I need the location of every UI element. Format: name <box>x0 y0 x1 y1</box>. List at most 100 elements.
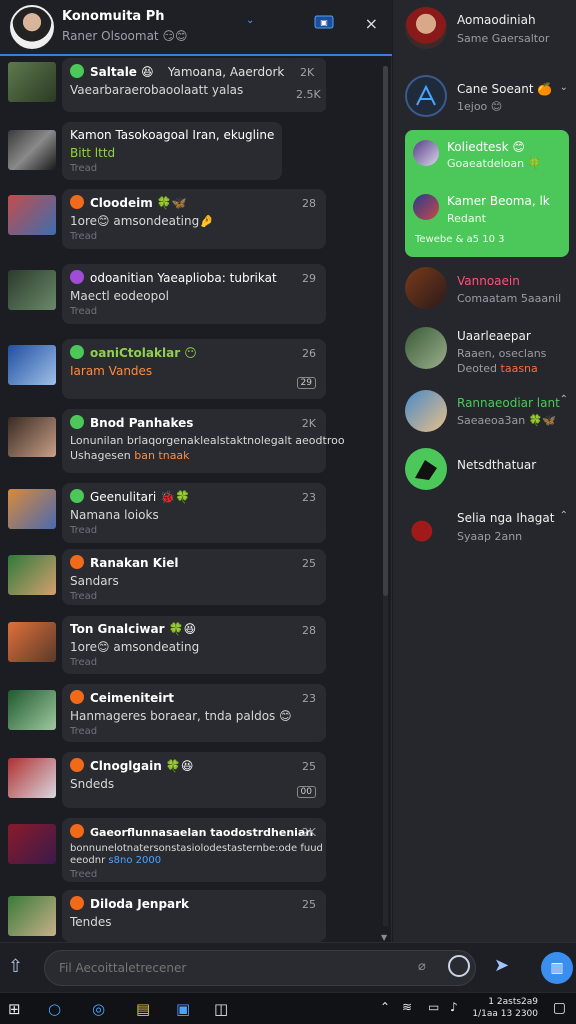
sidebar: Aomaodiniah Same Gaersaltor Cane Soeant … <box>393 0 576 942</box>
folder-icon[interactable]: ▤ <box>136 1000 150 1018</box>
avatar <box>8 690 56 730</box>
status-badge <box>70 758 84 772</box>
message-text: Iaram Vandes <box>70 364 153 378</box>
thread-label: Tread <box>70 306 98 317</box>
avatar <box>8 62 56 102</box>
message-text: Tendes <box>70 915 112 929</box>
chevron-up-icon[interactable]: ⌃ <box>560 394 568 405</box>
sidebar-item-sub: Comaatam 5aaanil <box>457 292 562 305</box>
clock-time: 1 2asts2a9 <box>488 997 538 1007</box>
sender-extra: Yamoana, Aaerdork <box>167 65 285 79</box>
sidebar-item-name: Uaarleaepar <box>457 329 531 343</box>
message-bubble: Clnoglgain 🍀😆 Sndeds 25 00 <box>62 752 326 808</box>
sidebar-item-contact[interactable]: Vannoaein Comaatam 5aaanil <box>393 264 576 324</box>
close-button[interactable]: × <box>365 14 378 33</box>
status-badge <box>70 690 84 704</box>
message-bubble: Saltale 😆 Yamoana, Aaerdork Vaearbaraero… <box>62 58 324 112</box>
video-call-icon[interactable]: ▣ <box>314 15 334 33</box>
card-item-sub: Redant <box>447 212 486 225</box>
sidebar-item-name: Selia nga Ihagat <box>457 511 555 525</box>
upload-icon[interactable]: ⇧ <box>8 956 23 977</box>
sidebar-item-name: Aomaodiniah <box>457 13 536 27</box>
status-badge <box>70 270 84 284</box>
sidebar-item-sub: Same Gaersaltor <box>457 32 550 45</box>
volume-icon[interactable]: ♪ <box>450 1000 458 1014</box>
app-icon[interactable]: ▣ <box>176 1000 190 1018</box>
avatar[interactable] <box>10 5 54 49</box>
message-text: Lonunilan brlaqorgenaklealstaktnolegalt … <box>70 434 345 447</box>
message-list[interactable]: Saltale 😆 Yamoana, Aaerdork Vaearbaraero… <box>0 58 380 942</box>
chat-app-icon[interactable]: ◫ <box>214 1000 228 1018</box>
status-badge <box>70 489 84 503</box>
search-icon[interactable]: ○ <box>48 1000 61 1018</box>
taskbar: ⊞ ○ ◎ ▤ ▣ ◫ ⌃ ≋ ▭ ♪ 1 2asts2a9 1/1aa 13 … <box>0 992 576 1024</box>
sender-name: Saltale 😆 <box>90 65 154 79</box>
avatar <box>405 267 447 309</box>
sidebar-item-sub: 1ejoo 😊 <box>457 100 503 113</box>
message-text: bonnunelotnatersonstasiolodestasternbe:o… <box>70 843 323 854</box>
attach-icon[interactable]: ⌀ <box>418 959 426 974</box>
avatar <box>405 327 447 369</box>
scrollbar-thumb[interactable] <box>383 66 388 596</box>
thread-label: Tread <box>70 231 98 242</box>
sidebar-item-sub: Deoted <box>457 362 501 375</box>
network-icon[interactable]: ⌃ <box>380 1000 390 1014</box>
sidebar-toggle-button[interactable]: ▥ <box>541 952 573 984</box>
reply-count: 29 <box>296 377 316 389</box>
notification-icon[interactable]: ▢ <box>553 1000 566 1016</box>
active-group-card[interactable]: Koliedtesk 😊 Goaeatdeloan 🍀 Kamer Beoma,… <box>405 130 569 257</box>
group-icon <box>405 75 447 117</box>
chevron-up-icon[interactable]: ⌃ <box>560 510 568 521</box>
sidebar-item-profile[interactable]: Aomaodiniah Same Gaersaltor <box>393 2 576 62</box>
sender-name: Clnoglgain 🍀😆 <box>90 759 194 773</box>
message-bubble: odoanitian Yaeaplioba: tubrikat Maectl e… <box>62 264 326 324</box>
chat-subtitle: Raner Olsoomat 😏😊 <box>62 29 188 43</box>
thread-label: Tread <box>70 657 98 668</box>
message-bubble: oaniCtolaklar 😶 Iaram Vandes 26 29 <box>62 339 326 399</box>
avatar <box>8 555 56 595</box>
message-bubble: Kamon Tasokoagoal Iran, ekugline Bitt lt… <box>62 122 282 180</box>
scrollbar[interactable]: ▼ <box>381 58 390 942</box>
sidebar-item-contact[interactable]: Uaarleaepar Raaen, oseclans Deoted taasn… <box>393 324 576 384</box>
battery-icon[interactable]: ▭ <box>428 1000 439 1014</box>
unread-count: 25 <box>302 557 316 570</box>
avatar <box>8 417 56 457</box>
thread-label: Treed <box>70 869 98 880</box>
sidebar-item-contact[interactable]: Rannaeodiar lant Saeaeoa3an 🍀🦋 ⌃ <box>393 388 576 448</box>
chevron-down-icon[interactable]: ⌄ <box>246 15 254 26</box>
send-icon[interactable]: ➤ <box>494 955 509 976</box>
status-badge <box>70 64 84 78</box>
chevron-down-icon[interactable]: ⌄ <box>560 82 568 93</box>
reply-count: 00 <box>296 786 316 798</box>
status-badge <box>70 345 84 359</box>
message-text: Bitt lttd <box>70 146 116 160</box>
wifi-icon[interactable]: ≋ <box>402 1000 412 1014</box>
browser-icon[interactable]: ◎ <box>92 1000 105 1018</box>
sidebar-item-sub: Saeaeoa3an 🍀🦋 <box>457 414 557 427</box>
sidebar-item-contact[interactable]: Selia nga Ihagat Syaap 2ann ⌃ <box>393 506 576 566</box>
sidebar-item-group[interactable]: Cane Soeant 🍊 1ejoo 😊 ⌄ <box>393 72 576 132</box>
chevron-down-icon[interactable]: ▼ <box>381 933 387 942</box>
emoji-button[interactable] <box>448 955 470 977</box>
reply-count: 2.5K <box>296 88 321 101</box>
sender-name: Geenulitari 🐞🍀 <box>90 490 190 504</box>
message-text: eeodnr <box>70 855 106 866</box>
message-text: Sndeds <box>70 777 115 791</box>
avatar <box>8 195 56 235</box>
sidebar-item-sub: Raaen, oseclans <box>457 347 547 360</box>
status-badge <box>70 195 84 209</box>
avatar <box>8 345 56 385</box>
thread-label: Tread <box>70 726 98 737</box>
start-icon[interactable]: ⊞ <box>8 1000 21 1018</box>
sidebar-item-contact[interactable]: Netsdthatuar <box>393 446 576 506</box>
avatar <box>405 448 447 490</box>
message-bubble: Cloodeim 🍀🦋 1ore😊 amsondeating🤌 Tread 28 <box>62 189 326 249</box>
message-input[interactable] <box>44 950 476 986</box>
message-bubble: Gaeorflunnasaelan taodostrdhenian bonnun… <box>62 818 326 882</box>
clock[interactable]: 1 2asts2a9 1/1aa 13 2300 <box>472 996 538 1020</box>
sender-name: Diloda Jenpark <box>90 897 190 911</box>
sidebar-item-name: Vannoaein <box>457 274 520 288</box>
sender-name: Cloodeim 🍀🦋 <box>90 196 187 210</box>
avatar <box>413 194 439 220</box>
message-bubble: Ton Gnalciwar 🍀😆 1ore😊 amsondeating Trea… <box>62 616 326 674</box>
